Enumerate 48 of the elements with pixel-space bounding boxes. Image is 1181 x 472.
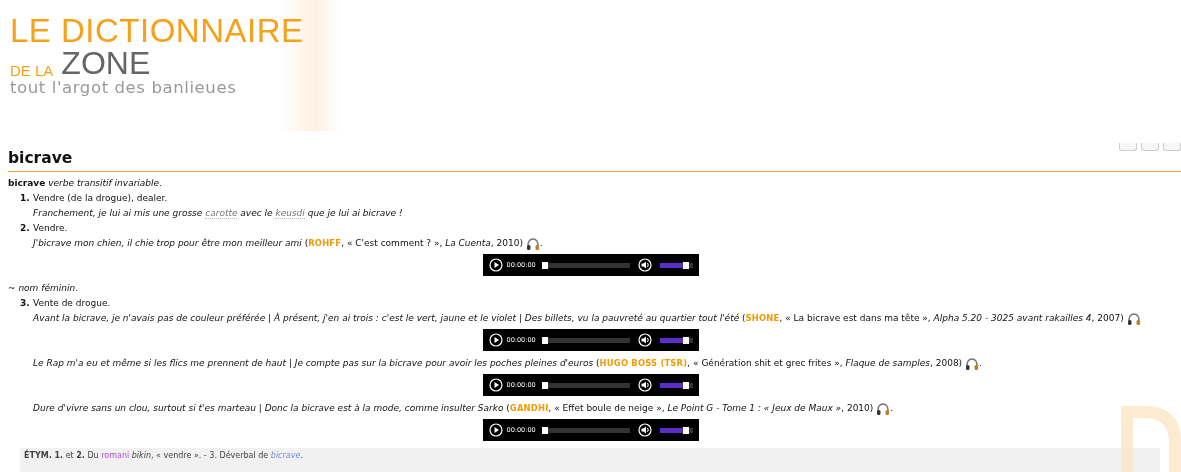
- progress-slider[interactable]: [541, 262, 630, 268]
- sense-definition: Vendre (de la drogue), dealer.: [33, 192, 168, 205]
- etymology-link[interactable]: romani: [101, 451, 130, 460]
- progress-slider[interactable]: [541, 382, 630, 388]
- play-icon[interactable]: [488, 258, 503, 272]
- play-icon[interactable]: [488, 333, 503, 347]
- volume-slider[interactable]: [659, 262, 693, 268]
- grammar-label: bicrave verbe transitif invariable.: [8, 177, 162, 190]
- slider-thumb[interactable]: [541, 381, 548, 389]
- etymology-text: ÉTYM. 1. et 2. Du romani bikin, « vendre ». - 3. Déverbal de bicrave.: [24, 450, 303, 462]
- progress-slider[interactable]: [541, 427, 630, 433]
- progress-slider[interactable]: [541, 337, 630, 343]
- volume-icon[interactable]: [637, 378, 652, 392]
- sense-number: 1.: [20, 192, 31, 205]
- sense-number: 2.: [20, 222, 31, 235]
- logo-subtitle: DE LA: [10, 63, 54, 78]
- play-icon[interactable]: [488, 378, 503, 392]
- example-quote: Dure d'vivre sans un clou, surtout si t'es marteau | Donc la bicrave est à la mode, comme insulter Sarko (GANDHI, « Effet boule de neige », Le Point G - Tome 1 : « Jeux de Maux », 2010) .: [33, 401, 894, 416]
- sense-definition: Vendre.: [33, 222, 68, 235]
- volume-slider[interactable]: [659, 337, 693, 343]
- headphones-icon[interactable]: [965, 357, 979, 370]
- entry-title: bicrave: [8, 148, 73, 168]
- grammar-label: ~ nom féminin.: [8, 282, 78, 295]
- volume-slider[interactable]: [659, 382, 693, 388]
- headphones-icon[interactable]: [1126, 312, 1141, 325]
- volume-slider[interactable]: [659, 427, 693, 433]
- volume-icon[interactable]: [637, 423, 652, 437]
- sense-definition: Vente de drogue.: [33, 297, 111, 310]
- slider-thumb[interactable]: [541, 426, 548, 434]
- artist-link[interactable]: ROHFF: [308, 238, 342, 248]
- play-icon[interactable]: [488, 423, 503, 437]
- volume-icon[interactable]: [637, 333, 652, 347]
- example-quote: Franchement, je lui ai mis une grosse carotte avec le keusdi que je lui ai bicrave !: [33, 207, 403, 221]
- word-link[interactable]: keusdi: [275, 208, 305, 219]
- example-quote: Avant la bicrave, je n'avais pas de couleur préférée | À présent, j'en ai trois : c'est le vert, jaune et le violet | Des billets, vu la pauvreté au quartier tout l'été (SHONE, « La bicrave est dans ma tête », Alpha 5.20 - 3025 avant rakailles 4, 2007): [33, 311, 1141, 326]
- volume-icon[interactable]: [637, 258, 652, 272]
- example-quote: J'bicrave mon chien, il chie trop pour être mon meilleur ami (ROHFF, « C'est comment ? », La Cuenta, 2010) .: [33, 236, 543, 251]
- logo-subtitle: ZONE: [61, 48, 151, 78]
- headphones-icon[interactable]: [525, 237, 540, 250]
- slider-thumb[interactable]: [541, 261, 548, 269]
- logo-tagline: tout l'argot des banlieues: [10, 78, 237, 98]
- headphones-icon[interactable]: [876, 402, 891, 415]
- sense-number: 3.: [20, 297, 31, 310]
- slider-thumb[interactable]: [541, 336, 548, 344]
- example-quote: Le Rap m'a eu et même si les flics me prennent de haut | Je compte pas sur la bicrave pour avoir les poches pleines d'euros (HUGO BOSS (TSR), « Génération shit et grec frites », Flaque de samples, 2008) .: [33, 356, 982, 371]
- logo-title: LE DICTIONNAIRE: [10, 14, 304, 48]
- word-link[interactable]: carotte: [205, 208, 238, 219]
- artist-link[interactable]: SHONE: [745, 313, 780, 323]
